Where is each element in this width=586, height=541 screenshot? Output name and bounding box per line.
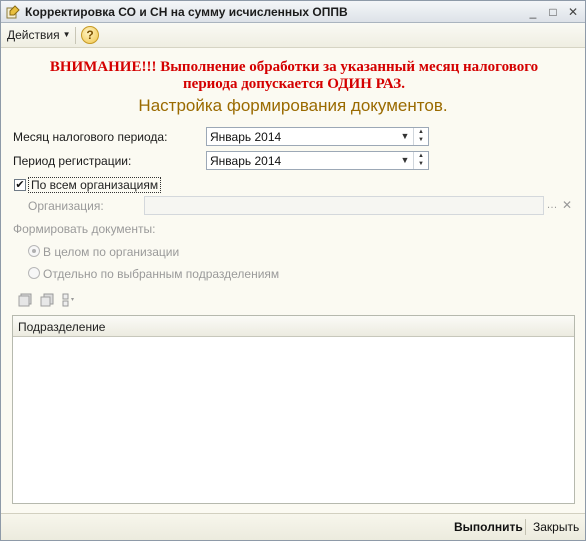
- footer-separator: [525, 519, 526, 535]
- radio-selected-depts[interactable]: [28, 267, 40, 279]
- run-button[interactable]: Выполнить: [454, 520, 523, 534]
- minimize-icon[interactable]: _: [525, 4, 541, 20]
- copy-rows-icon[interactable]: [39, 292, 55, 308]
- radio-whole-org[interactable]: [28, 245, 40, 257]
- toolbar: Действия ▼ ?: [1, 23, 585, 48]
- dialog-window: Корректировка СО и СН на сумму исчисленн…: [0, 0, 586, 541]
- close-button[interactable]: Закрыть: [533, 520, 579, 534]
- chevron-down-icon: ▼: [62, 30, 71, 39]
- add-rows-icon[interactable]: [17, 292, 33, 308]
- maximize-icon[interactable]: □: [545, 4, 561, 20]
- processing-icon: [6, 5, 20, 19]
- column-header-department[interactable]: Подразделение: [18, 320, 105, 334]
- close-icon[interactable]: ✕: [565, 4, 581, 20]
- org-field[interactable]: [144, 196, 544, 215]
- actions-menu-label: Действия: [7, 28, 60, 42]
- dropdown-arrow-icon[interactable]: ▼: [398, 128, 412, 145]
- clear-icon[interactable]: ✕: [560, 197, 574, 214]
- tax-month-label: Месяц налогового периода:: [13, 130, 168, 144]
- create-docs-label: Формировать документы:: [13, 222, 156, 236]
- reg-period-label: Период регистрации:: [13, 154, 132, 168]
- radio-selected-depts-label: Отдельно по выбранным подразделениям: [43, 267, 280, 281]
- warning-line-2: периода допускается ОДИН РАЗ.: [183, 76, 405, 92]
- departments-table[interactable]: Подразделение: [12, 315, 575, 504]
- warning-message: ВНИМАНИЕ!!! Выполнение обработки за указ…: [21, 59, 567, 93]
- all-orgs-label[interactable]: По всем организациям: [28, 177, 162, 193]
- tax-month-value: Январь 2014: [210, 130, 282, 144]
- spinner-icon[interactable]: ▲ ▼: [413, 128, 428, 145]
- table-header: Подразделение: [13, 316, 574, 337]
- dropdown-arrow-icon[interactable]: ▼: [398, 152, 412, 169]
- all-orgs-checkbox[interactable]: ✔: [14, 179, 26, 191]
- help-button[interactable]: ?: [81, 26, 99, 44]
- radio-whole-org-label: В целом по организации: [43, 245, 180, 259]
- reg-period-value: Январь 2014: [210, 154, 282, 168]
- window-title: Корректировка СО и СН на сумму исчисленн…: [25, 5, 348, 19]
- tax-month-field[interactable]: Январь 2014 ▼ ▲ ▼: [206, 127, 429, 146]
- select-ellipsis-icon[interactable]: …: [545, 197, 559, 214]
- title-bar: Корректировка СО и СН на сумму исчисленн…: [1, 1, 585, 23]
- reg-period-field[interactable]: Январь 2014 ▼ ▲ ▼: [206, 151, 429, 170]
- section-heading: Настройка формирования документов.: [138, 96, 448, 115]
- spinner-icon[interactable]: ▲ ▼: [413, 152, 428, 169]
- actions-menu[interactable]: Действия ▼: [7, 28, 71, 42]
- toolbar-separator: [75, 27, 76, 44]
- warning-line-1: ВНИМАНИЕ!!! Выполнение обработки за указ…: [49, 59, 539, 75]
- footer-bar: Выполнить Закрыть: [1, 513, 585, 540]
- org-label: Организация:: [28, 199, 104, 213]
- select-checkboxes-icon[interactable]: [61, 292, 77, 308]
